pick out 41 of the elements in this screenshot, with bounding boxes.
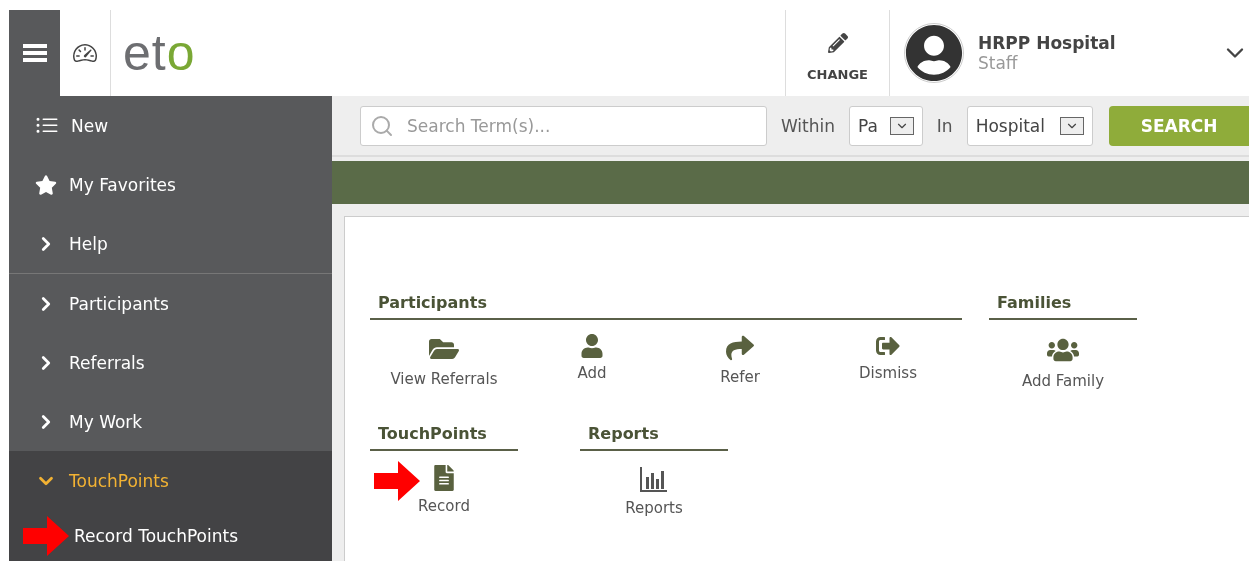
caret-icon[interactable] — [1060, 116, 1085, 135]
search-field[interactable]: Search Term(s)... — [360, 105, 767, 146]
document-icon — [431, 465, 457, 491]
action-link[interactable]: Record — [370, 451, 518, 515]
change-button[interactable]: CHANGE — [785, 10, 890, 96]
sidebar-item[interactable]: TouchPoints — [9, 451, 332, 510]
in-label: In — [936, 115, 953, 136]
search-icon — [370, 113, 394, 138]
action-link[interactable]: Add — [518, 320, 666, 388]
action-link[interactable]: Dismiss — [814, 320, 962, 388]
bar-chart-icon — [639, 465, 669, 493]
user-icon — [580, 334, 604, 358]
sidebar-subitem[interactable]: Record TouchPoints — [9, 510, 332, 561]
sidebar-item[interactable]: New — [9, 96, 332, 155]
action-link[interactable]: Add Family — [989, 320, 1137, 390]
section-heading: Reports — [580, 424, 728, 451]
section-heading: TouchPoints — [370, 424, 518, 451]
menu-icon — [22, 43, 47, 63]
action-link[interactable]: Refer — [666, 320, 814, 388]
logo: eto — [122, 24, 196, 83]
menu-button[interactable] — [9, 10, 60, 96]
within-label: Within — [780, 115, 835, 136]
user-name: HRPP Hospital — [978, 33, 1117, 53]
section-heading: Participants — [370, 293, 962, 320]
sidebar-item[interactable]: My Work — [9, 392, 332, 451]
sidebar-item[interactable]: My Favorites — [9, 155, 332, 214]
caret-icon[interactable] — [889, 116, 914, 135]
within-select[interactable]: Pa — [849, 105, 923, 146]
action-link[interactable]: Reports — [580, 451, 728, 517]
share-arrow-icon — [726, 334, 754, 362]
avatar — [904, 23, 964, 83]
sidebar-item[interactable]: Referrals — [9, 333, 332, 392]
star-icon — [35, 173, 57, 196]
sidebar-item[interactable]: Participants — [9, 274, 332, 333]
sign-out-icon — [876, 334, 900, 358]
in-select[interactable]: Hospital — [966, 105, 1094, 146]
user-role: Staff — [978, 53, 1019, 73]
pencil-icon — [827, 32, 848, 53]
section-heading: Families — [989, 293, 1137, 320]
action-link[interactable]: View Referrals — [370, 320, 518, 388]
dashboard-icon[interactable] — [73, 41, 97, 65]
